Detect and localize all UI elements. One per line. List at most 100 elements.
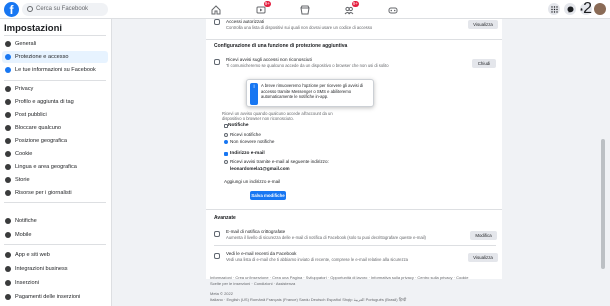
edit-encrypted-emails-button[interactable]: Modifica [470,231,497,240]
menu-grid-icon[interactable] [548,3,560,15]
groups-badge: 9+ [351,1,359,7]
sidebar-item-label: Bloccare qualcuno [15,125,62,131]
no-notifications-radio[interactable] [224,140,228,144]
language-link[interactable]: Sardu [299,297,310,302]
search-input[interactable]: Cerca su Facebook [22,3,108,16]
sidebar-item-stories[interactable]: Storie [2,174,108,186]
language-link[interactable]: Français (France) [266,297,298,302]
notifications-icon [224,124,228,128]
groups-nav-icon[interactable]: 9+ [342,1,359,17]
advanced-section-title: Avanzate [214,215,236,221]
sidebar-item-journalist-resources[interactable]: Risorse per i giornalisti [2,187,108,199]
footer-links: Informazioni · Crea un'inserzione · Crea… [210,275,469,280]
sidebar-item-label: Integrazioni business [15,266,68,272]
settings-sidebar: Impostazioni Generali Protezione e acces… [0,19,112,306]
apps-icon [5,252,11,258]
footer-link[interactable]: Crea una Pagina [272,275,302,280]
alert-bell-icon [214,59,220,65]
sidebar-item-cookies[interactable]: Cookie [2,148,108,160]
stories-icon [5,177,11,183]
language-link[interactable]: English (US) [226,297,248,302]
footer-link[interactable]: Sviluppatori [306,275,327,280]
footer-link[interactable]: Centro sulla privacy [417,275,452,280]
location-icon [5,138,11,144]
sidebar-item-label: Le tue informazioni su Facebook [15,67,96,73]
encrypted-emails-description: Aumenta il livello di sicurezza delle e-… [226,235,426,240]
sidebar-item-location[interactable]: Posizione geografica [2,135,108,147]
footer-link[interactable]: Assistenza [276,281,295,286]
watch-nav-icon[interactable]: 9+ [254,1,271,17]
sidebar-item-label: Notifiche [15,218,37,224]
encrypted-email-lock-icon [214,231,220,237]
language-link[interactable]: Română [250,297,265,302]
footer-link[interactable]: Opportunità di lavoro [330,275,367,280]
sidebar-item-label: Cookie [15,151,33,157]
footer-link[interactable]: Informativa sulla privacy [371,275,414,280]
account-avatar[interactable] [594,3,606,15]
sidebar-item-business-integrations[interactable]: Integrazioni business [2,263,108,275]
language-link[interactable]: हिन्दी [399,297,407,302]
sidebar-divider [4,202,106,203]
sidebar-item-privacy[interactable]: Privacy [2,83,108,95]
gaming-nav-icon[interactable] [386,3,400,17]
top-navigation-bar: f Cerca su Facebook 9+ 9+ 2 [0,0,610,19]
login-alerts-title: Ricevi avvisi sugli accessi non riconosc… [226,57,312,62]
notifications-bell-icon[interactable]: 2 [580,0,592,17]
messenger-icon[interactable] [564,3,576,15]
sidebar-item-public-posts[interactable]: Post pubblici [2,109,108,121]
sidebar-item-label: Mobile [15,232,32,238]
footer-link[interactable]: Crea un'inserzione [235,275,268,280]
info-icon: i [250,83,258,105]
authorized-logins-title: Accessi autorizzati [226,19,265,24]
sidebar-item-profile-tagging[interactable]: Profilo e aggiunta di tag [2,96,108,108]
language-link[interactable]: العربية [354,297,365,302]
scrollbar-thumb[interactable] [601,139,605,269]
facebook-logo-icon[interactable]: f [4,2,19,17]
footer-link[interactable]: Condizioni [254,281,273,286]
block-icon [5,125,11,131]
footer-copyright: Meta © 2022 [210,291,233,296]
language-link[interactable]: Deutsch [311,297,326,302]
language-link[interactable]: Shqip [342,297,352,302]
sidebar-item-label: Generali [15,41,37,47]
ads-icon [5,280,11,286]
footer-link[interactable]: Cookie [456,275,468,280]
receive-notifications-radio[interactable] [224,133,228,137]
cookie-icon [5,151,11,157]
close-alerts-button[interactable]: Chiudi [472,59,496,68]
email-alert-radio[interactable] [224,160,228,164]
footer-link[interactable]: Informazioni [210,275,232,280]
home-nav-icon[interactable] [209,3,223,17]
globe-icon [5,112,11,118]
add-email-link[interactable]: Aggiungi un indirizzo e-mail [224,179,280,184]
authorized-logins-icon [214,19,220,25]
bell-icon [5,218,11,224]
sidebar-item-ads[interactable]: Inserzioni [2,277,108,289]
email-checkbox[interactable] [224,152,228,156]
view-authorized-logins-button[interactable]: Visualizza [468,20,498,29]
shield-icon [5,54,11,60]
language-link[interactable]: Italiano [210,297,223,302]
language-link[interactable]: Português (Brasil) [366,297,398,302]
alert-where-label: Ricevi un avviso quando qualcuno accede … [222,111,333,122]
sidebar-item-label: Pagamenti delle inserzioni [15,294,81,300]
receive-notifications-label: Ricevi notifiche [230,132,261,137]
row-divider [214,245,496,246]
sidebar-item-apps-websites[interactable]: App e siti web [2,249,108,261]
payments-icon [5,294,11,300]
marketplace-nav-icon[interactable] [298,3,312,17]
footer-link[interactable]: Scelte per le inserzioni [210,281,250,286]
sidebar-item-blocking[interactable]: Bloccare qualcuno [2,122,108,134]
view-recent-emails-button[interactable]: Visualizza [468,253,498,262]
language-link[interactable]: Español [327,297,341,302]
sidebar-item-notifications[interactable]: Notifiche [2,215,108,227]
page-scrollbar[interactable] [600,19,606,306]
sidebar-item-language-region[interactable]: Lingua e area geografica [2,161,108,173]
sidebar-item-ad-payments[interactable]: Pagamenti delle inserzioni [2,291,108,303]
sidebar-item-your-information[interactable]: Le tue informazioni su Facebook [2,64,108,76]
save-changes-button[interactable]: Salva modifiche [250,191,286,200]
sidebar-divider [4,244,106,245]
sidebar-item-mobile[interactable]: Mobile [2,229,108,241]
sidebar-item-general[interactable]: Generali [2,38,108,50]
sidebar-item-security[interactable]: Protezione e accesso [2,51,108,63]
